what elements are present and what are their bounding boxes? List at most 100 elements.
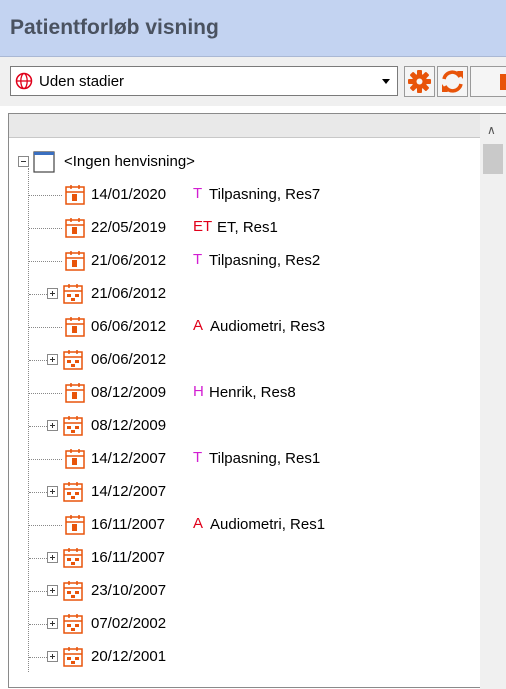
stage-select-value: Uden stadier bbox=[39, 73, 125, 90]
calendar-icon bbox=[65, 218, 85, 238]
item-date: 07/02/2002 bbox=[91, 615, 167, 632]
item-date: 14/01/2020 bbox=[91, 186, 167, 203]
item-description: Tilpasning, Res2 bbox=[209, 252, 321, 269]
tree-connector bbox=[29, 294, 47, 295]
tree-connector bbox=[29, 228, 62, 229]
item-date: 14/12/2007 bbox=[91, 450, 167, 467]
tree-header bbox=[9, 114, 506, 138]
settings-button[interactable] bbox=[404, 66, 435, 97]
tree-connector bbox=[29, 525, 62, 526]
tree-connector bbox=[29, 195, 62, 196]
item-date: 16/11/2007 bbox=[91, 549, 165, 566]
vertical-scrollbar[interactable]: ∧ bbox=[480, 114, 506, 689]
stage-select[interactable]: Uden stadier bbox=[10, 66, 398, 96]
gear-icon bbox=[408, 70, 431, 93]
calendar-group-icon bbox=[63, 581, 83, 601]
tree-row[interactable]: 20/12/2001 bbox=[9, 641, 479, 674]
calendar-group-icon bbox=[63, 548, 83, 568]
tree-connector bbox=[29, 327, 62, 328]
tree-row[interactable]: 16/11/2007 bbox=[9, 542, 479, 575]
panel-title-bar: Patientforløb visning bbox=[0, 0, 506, 57]
calendar-icon bbox=[65, 449, 85, 469]
tree-connector bbox=[29, 591, 47, 592]
refresh-button[interactable] bbox=[437, 66, 468, 97]
tree-row[interactable]: 08/12/2009 H Henrik, Res8 bbox=[9, 377, 479, 410]
tree-connector bbox=[29, 261, 62, 262]
item-type-badge: T bbox=[193, 449, 203, 466]
item-type-badge: H bbox=[193, 383, 204, 400]
tree-row[interactable]: 06/06/2012 bbox=[9, 344, 479, 377]
tree-row[interactable]: 14/12/2007 T Tilpasning, Res1 bbox=[9, 443, 479, 476]
calendar-icon bbox=[65, 515, 85, 535]
expand-toggle[interactable] bbox=[47, 288, 58, 299]
tree-root-label: <Ingen henvisning> bbox=[64, 153, 195, 170]
tree-connector bbox=[29, 459, 62, 460]
item-description: Tilpasning, Res1 bbox=[209, 450, 321, 467]
tree-row[interactable]: 07/02/2002 bbox=[9, 608, 479, 641]
item-date: 06/06/2012 bbox=[91, 351, 167, 368]
item-date: 08/12/2009 bbox=[91, 384, 167, 401]
calendar-group-icon bbox=[63, 284, 83, 304]
item-date: 14/12/2007 bbox=[91, 483, 167, 500]
panel-title: Patientforløb visning bbox=[10, 16, 219, 39]
calendar-group-icon bbox=[63, 416, 83, 436]
calendar-icon bbox=[65, 251, 85, 271]
item-description: Audiometri, Res3 bbox=[210, 318, 326, 335]
item-description: ET, Res1 bbox=[217, 219, 278, 236]
item-date: 20/12/2001 bbox=[91, 648, 167, 665]
scrollbar-thumb[interactable] bbox=[483, 144, 503, 174]
item-description: Tilpasning, Res7 bbox=[209, 186, 321, 203]
item-type-badge: A bbox=[193, 317, 204, 334]
toolbar: Uden stadier bbox=[0, 57, 506, 106]
expand-toggle[interactable] bbox=[47, 552, 58, 563]
calendar-group-icon bbox=[63, 614, 83, 634]
item-date: 23/10/2007 bbox=[91, 582, 167, 599]
item-type-badge: T bbox=[193, 185, 203, 202]
expand-toggle[interactable] bbox=[47, 354, 58, 365]
expand-toggle[interactable] bbox=[47, 651, 58, 662]
tree-row[interactable]: 22/05/2019 ET ET, Res1 bbox=[9, 212, 479, 245]
tree-connector bbox=[29, 558, 47, 559]
refresh-icon bbox=[442, 70, 463, 93]
globe-icon bbox=[15, 72, 33, 90]
tree-row[interactable]: 14/12/2007 bbox=[9, 476, 479, 509]
expand-toggle[interactable] bbox=[47, 618, 58, 629]
scroll-up-arrow[interactable]: ∧ bbox=[487, 123, 496, 137]
tree-row[interactable]: 16/11/2007 A Audiometri, Res1 bbox=[9, 509, 479, 542]
expand-toggle[interactable] bbox=[47, 585, 58, 596]
tree-row[interactable]: 21/06/2012 bbox=[9, 278, 479, 311]
tree-root[interactable]: <Ingen henvisning> bbox=[9, 146, 479, 179]
item-date: 06/06/2012 bbox=[91, 318, 167, 335]
expand-toggle[interactable] bbox=[47, 420, 58, 431]
chevron-down-icon[interactable] bbox=[375, 67, 397, 95]
tree-row[interactable]: 21/06/2012 T Tilpasning, Res2 bbox=[9, 245, 479, 278]
item-date: 16/11/2007 bbox=[91, 516, 165, 533]
tree-connector bbox=[29, 624, 47, 625]
patient-course-tree-panel: ∧ <Ingen henvisning> 14/01/2020 T Tilpasni… bbox=[8, 113, 506, 689]
collapse-toggle[interactable] bbox=[18, 156, 29, 167]
tree-row[interactable]: 14/01/2020 T Tilpasning, Res7 bbox=[9, 179, 479, 212]
tree-connector bbox=[29, 426, 47, 427]
tree-connector bbox=[29, 492, 47, 493]
calendar-group-icon bbox=[63, 482, 83, 502]
item-date: 22/05/2019 bbox=[91, 219, 167, 236]
item-type-badge: ET bbox=[193, 218, 213, 235]
tree-row[interactable]: 23/10/2007 bbox=[9, 575, 479, 608]
expand-toggle[interactable] bbox=[47, 486, 58, 497]
item-description: Henrik, Res8 bbox=[209, 384, 296, 401]
item-date: 21/06/2012 bbox=[91, 252, 167, 269]
calendar-group-icon bbox=[63, 350, 83, 370]
item-date: 21/06/2012 bbox=[91, 285, 167, 302]
toolbar-button-partial[interactable] bbox=[470, 66, 506, 97]
calendar-icon bbox=[65, 383, 85, 403]
tree-connector bbox=[29, 393, 62, 394]
item-date: 08/12/2009 bbox=[91, 417, 167, 434]
tree-row[interactable]: 06/06/2012 A Audiometri, Res3 bbox=[9, 311, 479, 344]
calendar-group-icon bbox=[63, 647, 83, 667]
folder-icon bbox=[33, 151, 55, 173]
item-type-badge: A bbox=[193, 515, 204, 532]
partial-icon bbox=[500, 74, 506, 90]
calendar-icon bbox=[65, 185, 85, 205]
item-description: Audiometri, Res1 bbox=[210, 516, 326, 533]
tree-row[interactable]: 08/12/2009 bbox=[9, 410, 479, 443]
